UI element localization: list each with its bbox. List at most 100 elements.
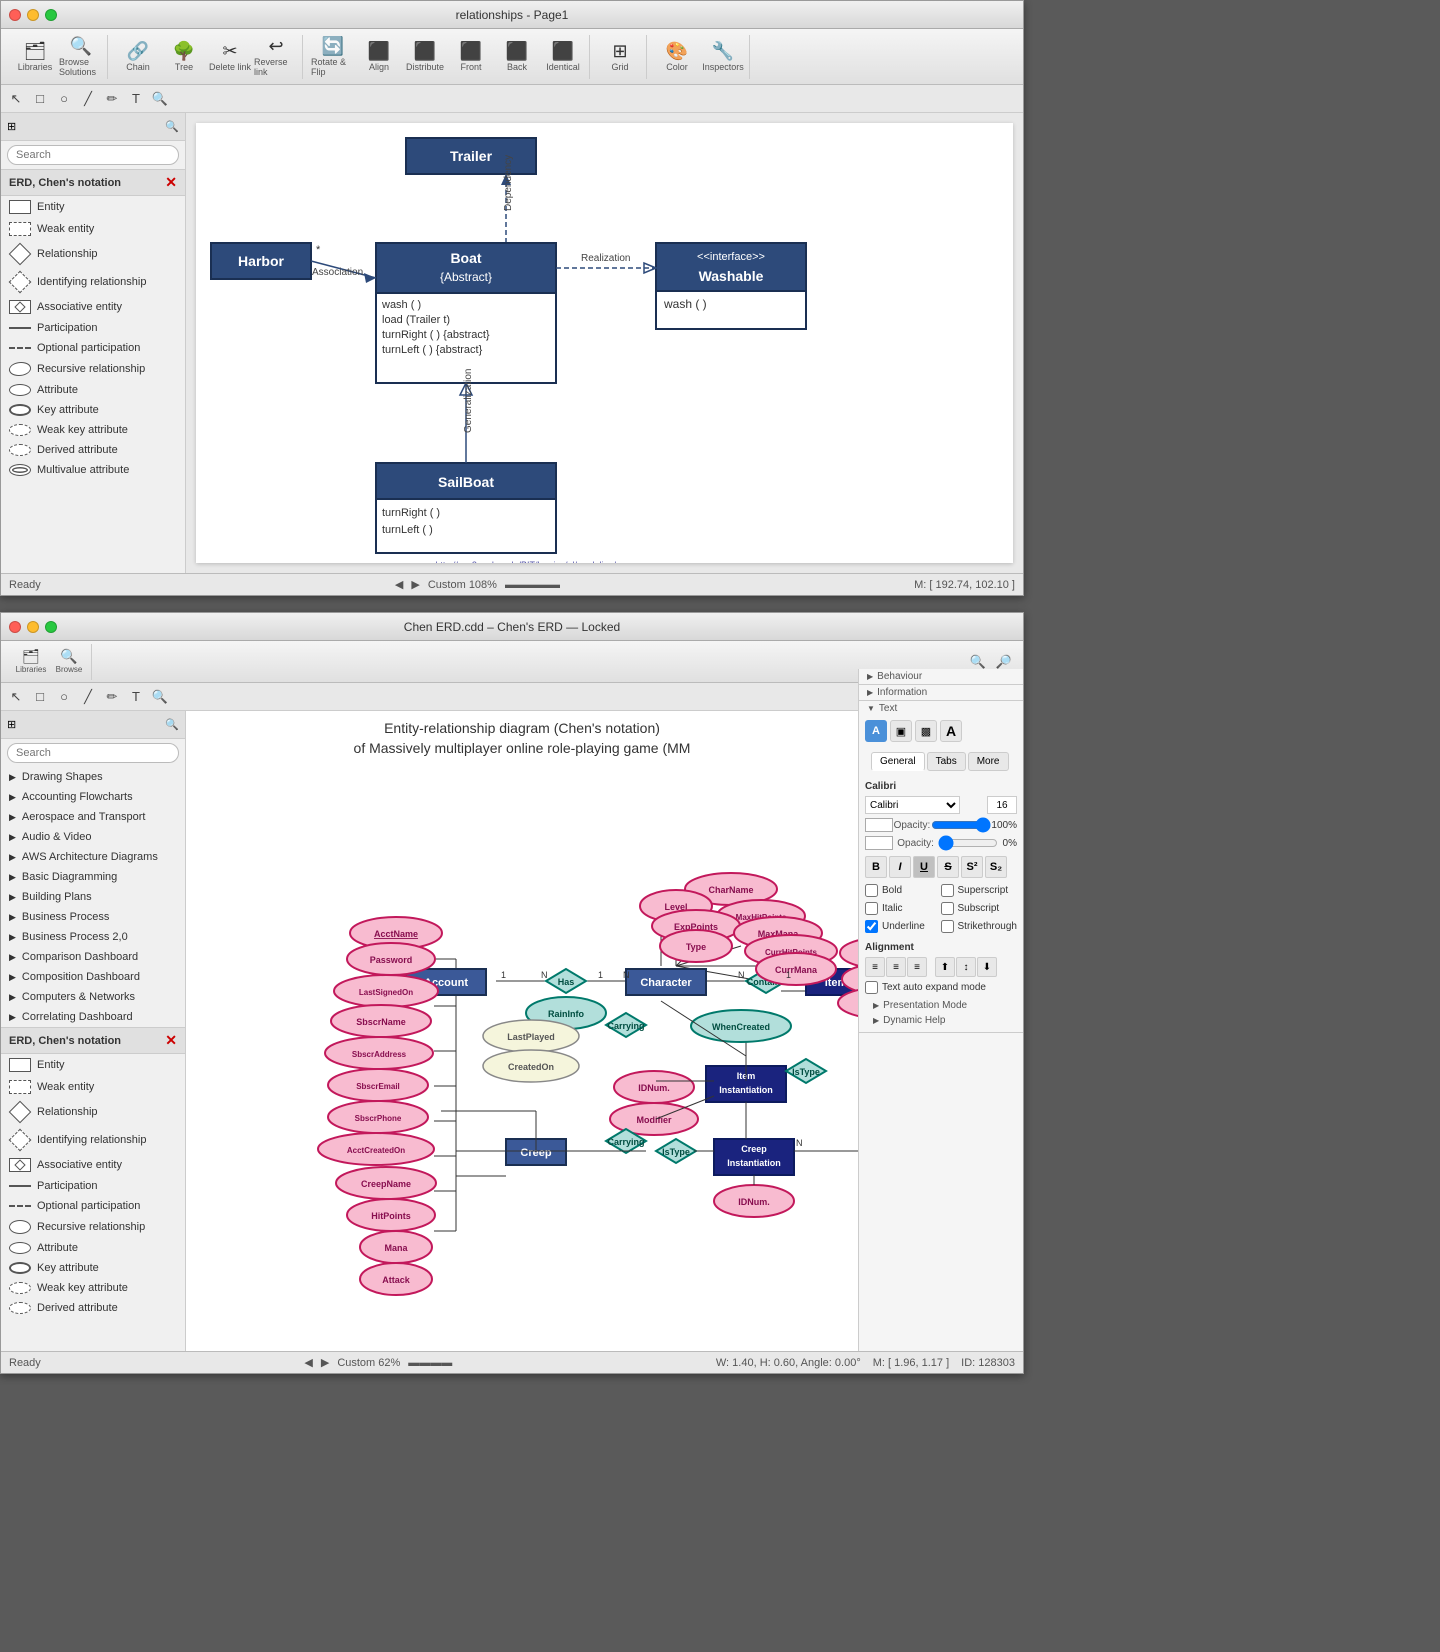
align-middle-btn[interactable]: ↕ — [956, 957, 976, 977]
sidebar-item-entity1[interactable]: Entity — [1, 196, 185, 218]
highlight-icon[interactable]: ▣ — [890, 720, 912, 742]
superscript-checkbox[interactable] — [941, 884, 954, 897]
text-expand[interactable]: ▼ Text — [859, 701, 1023, 716]
sidebar-section-aerospace[interactable]: ▶ Aerospace and Transport — [1, 807, 185, 827]
search-input1[interactable] — [7, 145, 179, 165]
dynamic-help-expand[interactable]: ▶ Dynamic Help — [865, 1013, 1017, 1028]
bold-checkbox[interactable] — [865, 884, 878, 897]
underline-button[interactable]: U — [913, 856, 935, 878]
front-button[interactable]: ⬛ Front — [449, 35, 493, 79]
align-center-btn[interactable]: ≡ — [886, 957, 906, 977]
sidebar-section-drawing[interactable]: ▶ Drawing Shapes — [1, 767, 185, 787]
align-bottom-btn[interactable]: ⬇ — [977, 957, 997, 977]
sidebar-section-correlating[interactable]: ▶ Correlating Dashboard — [1, 1007, 185, 1027]
sidebar-item-weak-key-attribute1[interactable]: Weak key attribute — [1, 420, 185, 440]
zoom-slider2[interactable]: ▬▬▬▬ — [408, 1357, 452, 1369]
identical-button[interactable]: ⬛ Identical — [541, 35, 585, 79]
browse-solutions-button[interactable]: 🔍 Browse Solutions — [59, 35, 103, 79]
sidebar-section-bizprocess2[interactable]: ▶ Business Process 2,0 — [1, 927, 185, 947]
align-right-btn[interactable]: ≡ — [907, 957, 927, 977]
zoom-slider1[interactable]: ▬▬▬▬▬ — [505, 579, 560, 591]
tab-general[interactable]: General — [871, 752, 925, 771]
rect-tool2[interactable]: □ — [29, 686, 51, 708]
cursor-tool[interactable]: ↖ — [5, 88, 27, 110]
back-button[interactable]: ⬛ Back — [495, 35, 539, 79]
rotate-flip-button[interactable]: 🔄 Rotate & Flip — [311, 35, 355, 79]
underline-checkbox[interactable] — [865, 920, 878, 933]
font-size-input[interactable] — [987, 796, 1017, 814]
sidebar-section-erd2[interactable]: ERD, Chen's notation ✕ — [1, 1027, 185, 1054]
libraries-button2[interactable]: 🗂 Libraries — [13, 644, 49, 680]
nav-back2[interactable]: ◀ — [304, 1356, 312, 1369]
nav-forward2[interactable]: ▶ — [321, 1356, 329, 1369]
strikethrough-checkbox[interactable] — [941, 920, 954, 933]
align-top-btn[interactable]: ⬆ — [935, 957, 955, 977]
zoom-tool[interactable]: 🔍 — [149, 88, 171, 110]
sidebar-item-attribute1[interactable]: Attribute — [1, 380, 185, 400]
sidebar-item-participation2[interactable]: Participation — [1, 1176, 185, 1196]
sidebar-item-relationship2[interactable]: Relationship — [1, 1098, 185, 1126]
rect-tool[interactable]: □ — [29, 88, 51, 110]
distribute-button[interactable]: ⬛ Distribute — [403, 35, 447, 79]
sidebar-item-weak-entity2[interactable]: Weak entity — [1, 1076, 185, 1098]
oval-tool[interactable]: ○ — [53, 88, 75, 110]
tree-button[interactable]: 🌳 Tree — [162, 35, 206, 79]
zoom-tool2[interactable]: 🔍 — [149, 686, 171, 708]
sidebar-section-accounting[interactable]: ▶ Accounting Flowcharts — [1, 787, 185, 807]
sidebar-item-assoc-entity2[interactable]: Associative entity — [1, 1154, 185, 1176]
color-button[interactable]: 🎨 Color — [655, 35, 699, 79]
sidebar-section-composition[interactable]: ▶ Composition Dashboard — [1, 967, 185, 987]
strikethrough-button[interactable]: S — [937, 856, 959, 878]
bg-icon[interactable]: ▩ — [915, 720, 937, 742]
close-button2[interactable] — [9, 621, 21, 633]
maximize-button2[interactable] — [45, 621, 57, 633]
information-expand[interactable]: ▶ Information — [859, 685, 1023, 700]
itemname-attr[interactable] — [840, 937, 858, 969]
big-A-icon[interactable]: A — [940, 720, 962, 742]
canvas-area1[interactable]: Trailer Dependency Harbor Boat {Abstract… — [186, 113, 1023, 573]
color-swatch2[interactable] — [865, 836, 893, 850]
text-tool[interactable]: T — [125, 88, 147, 110]
align-button[interactable]: ⬛ Align — [357, 35, 401, 79]
browse-solutions-button2[interactable]: 🔍 Browse — [51, 644, 87, 680]
pen-tool[interactable]: ✏ — [101, 88, 123, 110]
align-left-btn[interactable]: ≡ — [865, 957, 885, 977]
color-swatch1[interactable] — [865, 818, 893, 832]
sidebar-item-associative-entity1[interactable]: Associative entity — [1, 296, 185, 318]
sidebar-item-relationship1[interactable]: Relationship — [1, 240, 185, 268]
text-auto-expand-checkbox[interactable] — [865, 981, 878, 994]
oval-tool2[interactable]: ○ — [53, 686, 75, 708]
sidebar-item-optional-participation1[interactable]: Optional participation — [1, 338, 185, 358]
search-input2[interactable] — [7, 743, 179, 763]
sidebar-item-participation1[interactable]: Participation — [1, 318, 185, 338]
opacity2-slider[interactable] — [938, 838, 998, 848]
sidebar-item-key-attribute1[interactable]: Key attribute — [1, 400, 185, 420]
sidebar-section-bizprocess[interactable]: ▶ Business Process — [1, 907, 185, 927]
sidebar-item-multivalue-attribute1[interactable]: Multivalue attribute — [1, 460, 185, 480]
sidebar-section-comparison[interactable]: ▶ Comparison Dashboard — [1, 947, 185, 967]
sidebar-item-recursive-relationship1[interactable]: Recursive relationship — [1, 358, 185, 380]
sidebar-item-recursive-rel2[interactable]: Recursive relationship — [1, 1216, 185, 1238]
superscript-button[interactable]: S² — [961, 856, 983, 878]
cursor-tool2[interactable]: ↖ — [5, 686, 27, 708]
sidebar-section-building[interactable]: ▶ Building Plans — [1, 887, 185, 907]
sidebar-item-key-attribute2[interactable]: Key attribute — [1, 1258, 185, 1278]
sidebar-item-attribute2[interactable]: Attribute — [1, 1238, 185, 1258]
sidebar-item-optional-part2[interactable]: Optional participation — [1, 1196, 185, 1216]
maximize-button1[interactable] — [45, 9, 57, 21]
tab-more[interactable]: More — [968, 752, 1009, 771]
bold-button[interactable]: B — [865, 856, 887, 878]
section-close-icon[interactable]: ✕ — [165, 174, 177, 191]
section-close-erd2[interactable]: ✕ — [165, 1032, 177, 1049]
italic-button[interactable]: I — [889, 856, 911, 878]
delete-link-button[interactable]: ✂ Delete link — [208, 35, 252, 79]
text-color-icon[interactable]: A — [865, 720, 887, 742]
nav-forward-icon[interactable]: ▶ — [411, 578, 419, 591]
inspectors-button[interactable]: 🔧 Inspectors — [701, 35, 745, 79]
tab-tabs[interactable]: Tabs — [927, 752, 966, 771]
reverse-link-button[interactable]: ↩ Reverse link — [254, 35, 298, 79]
sidebar-section-aws[interactable]: ▶ AWS Architecture Diagrams — [1, 847, 185, 867]
pen-tool2[interactable]: ✏ — [101, 686, 123, 708]
sidebar-section-audio[interactable]: ▶ Audio & Video — [1, 827, 185, 847]
sidebar-section-computers[interactable]: ▶ Computers & Networks — [1, 987, 185, 1007]
